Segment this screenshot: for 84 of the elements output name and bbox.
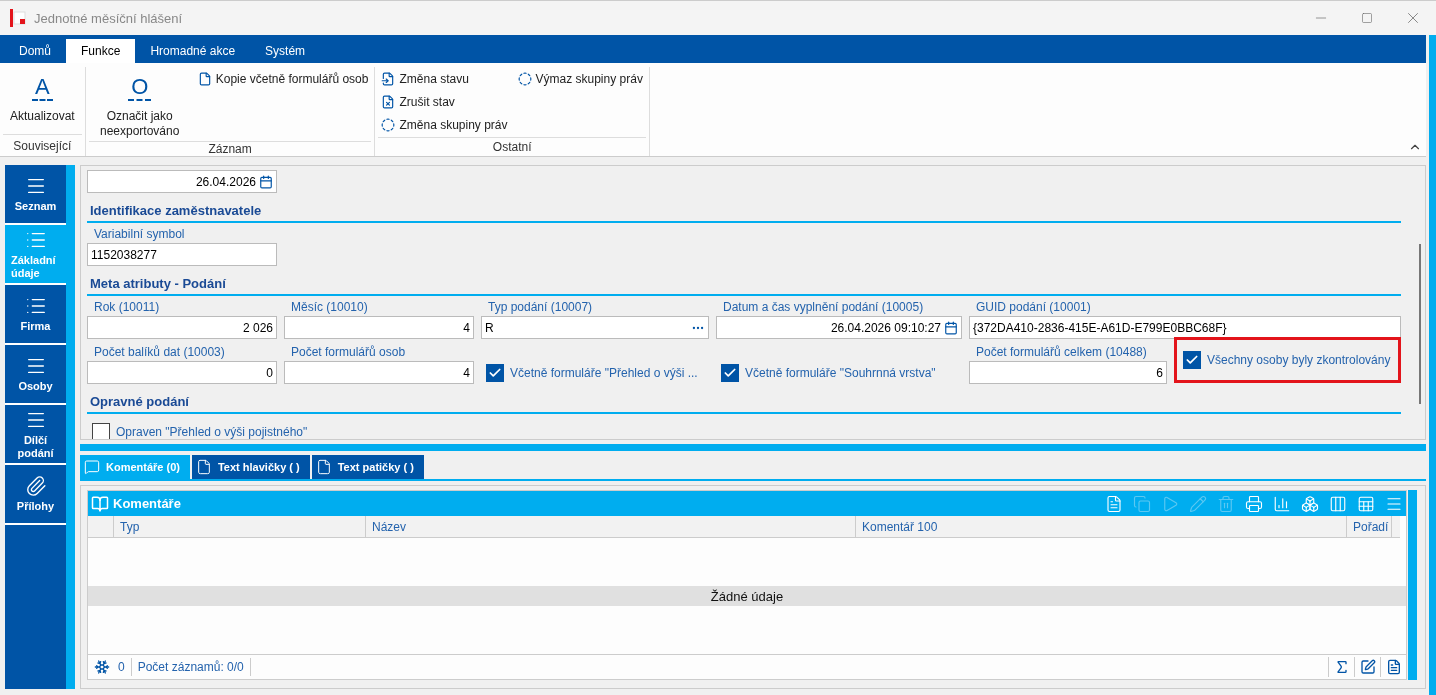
new-document-icon (1105, 494, 1123, 513)
calendar-icon[interactable] (259, 174, 273, 189)
document-cross-icon (381, 95, 396, 109)
maximize-icon[interactable] (1361, 12, 1373, 24)
group-label: Záznam (88, 141, 372, 156)
group-label: Související (3, 134, 82, 156)
column-header[interactable]: Typ (114, 516, 366, 537)
section-heading: Identifikace zaměstnavatele (87, 197, 1401, 223)
calendar-icon[interactable] (944, 320, 958, 335)
checkbox-label: Všechny osoby byly zkontrolovány (1207, 353, 1391, 367)
app-logo-icon (10, 9, 26, 27)
field-label: Počet balíků dat (10003) (93, 345, 226, 361)
columns-icon (1329, 494, 1347, 513)
field-label: Počet formulářů celkem (10488) (975, 345, 1148, 361)
pencil-icon (1189, 494, 1207, 513)
checkbox[interactable] (721, 363, 739, 382)
field-label: Datum a čas vyplnění podání (10005) (722, 300, 925, 316)
field-label: Rok (10011) (93, 300, 161, 316)
checkbox-label: Včetně formuláře "Přehled o výši ... (510, 365, 698, 380)
ribbon-tab[interactable]: Funkce (66, 39, 136, 63)
count-text: 0 (118, 660, 125, 674)
pencil-icon[interactable] (1359, 659, 1376, 675)
comment-icon (84, 459, 100, 475)
input-field[interactable]: 2 026 (87, 316, 277, 339)
document-icon (197, 72, 212, 86)
column-header[interactable]: Komentář 100 (856, 516, 1347, 537)
field-label: Variabilní symbol (93, 227, 186, 243)
snowflake-icon[interactable] (94, 659, 110, 675)
checkbox[interactable] (486, 363, 504, 382)
field-label: Počet formulářů osob (290, 345, 407, 361)
paperclip-icon (24, 475, 47, 497)
ribbon-tab[interactable]: Hromadné akce (135, 39, 251, 63)
ribbon-button[interactable]: Zrušit stav (381, 91, 508, 113)
copy-icon (1133, 494, 1151, 513)
input-field[interactable]: R (481, 316, 709, 339)
input-field[interactable]: 26.04.2026 (87, 170, 277, 193)
section-heading: Opravné podání (87, 388, 1401, 414)
checkbox-label: Opraven "Přehled o výši pojistného" (116, 424, 308, 439)
ribbon-button[interactable]: Kopie včetně formulářů osob (197, 68, 369, 90)
checkbox-label: Včetně formuláře "Souhrnná vrstva" (745, 365, 936, 380)
dashed-circle-icon (517, 72, 532, 86)
input-field[interactable]: 4 (284, 361, 474, 384)
field-label: GUID podání (10001) (975, 300, 1092, 316)
checkbox[interactable] (1183, 351, 1201, 369)
document-arrow-icon (381, 72, 396, 86)
tab[interactable]: Text hlavičky ( ) (191, 455, 310, 479)
column-header[interactable]: Název (366, 516, 856, 537)
ribbon-button[interactable]: Výmaz skupiny práv (517, 68, 643, 90)
spreadsheet-icon (1357, 494, 1375, 513)
dashed-circle-icon (381, 118, 396, 132)
input-field[interactable]: 0 (87, 361, 277, 384)
book-icon (91, 494, 109, 513)
ribbon-button[interactable]: Změna skupiny práv (381, 114, 508, 136)
input-field[interactable]: {372DA410-2836-415E-A61D-E799E0BBC68F} (969, 316, 1401, 339)
bar-chart-icon (1273, 494, 1291, 513)
record-count: Počet záznamů: 0/0 (137, 660, 244, 674)
play-icon (1161, 494, 1179, 513)
field-label: Typ podání (10007) (487, 300, 594, 316)
document-icon (315, 459, 332, 475)
input-field[interactable]: 26.04.2026 09:10:27 (716, 316, 962, 339)
ribbon-button[interactable]: O Označit jako neexportováno (91, 67, 188, 141)
column-header[interactable]: Pořadí (1347, 516, 1392, 537)
window-title: Jednotné měsíční hlášení (34, 10, 184, 26)
empty-message: Žádné údaje (88, 586, 1406, 606)
ribbon-button[interactable]: A Aktualizovat (6, 67, 79, 134)
tab[interactable]: Text patičky ( ) (311, 455, 424, 479)
grid-title: Komentáře (113, 496, 182, 511)
ribbon-tab[interactable]: Systém (250, 39, 321, 63)
ribbon-button[interactable]: Změna stavu (381, 68, 508, 90)
section-heading: Meta atributy - Podání (87, 270, 1401, 296)
checkmark-icon (1185, 353, 1199, 367)
scrollbar-thumb[interactable] (1419, 244, 1421, 404)
input-field[interactable]: 6 (969, 361, 1167, 384)
input-field[interactable]: 4 (284, 316, 474, 339)
checkbox[interactable] (92, 422, 110, 439)
ribbon-tab[interactable]: Domů (4, 39, 66, 63)
printer-icon (1245, 494, 1263, 513)
document-icon[interactable] (1385, 659, 1402, 675)
field-label: Měsíc (10010) (290, 300, 369, 316)
group-label: Ostatní (378, 137, 646, 156)
input-field[interactable]: 1152038277 (87, 243, 277, 266)
cubes-icon (1301, 494, 1319, 513)
document-icon (195, 459, 212, 475)
trash-icon (1217, 494, 1235, 513)
